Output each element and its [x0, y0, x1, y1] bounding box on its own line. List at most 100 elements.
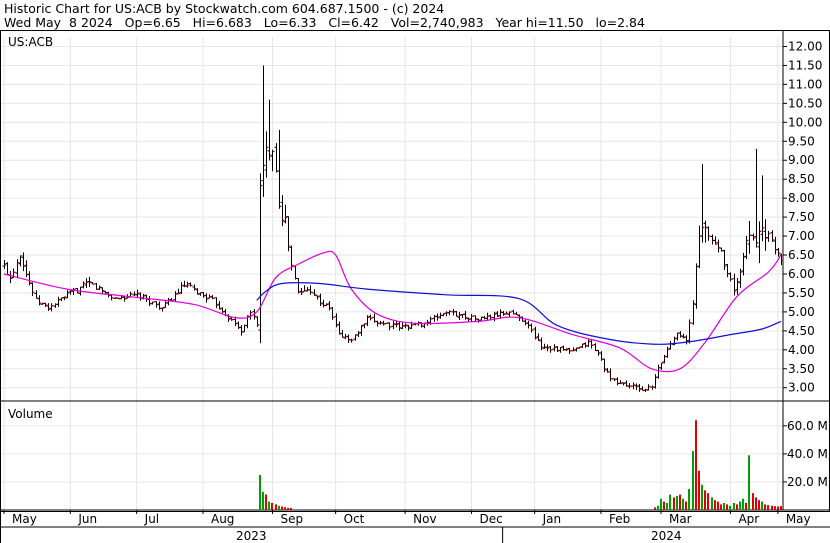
stock-chart-figure: 12.00 11.50 11.00 10.50 10.00 9.50 9.00 8.50 8.0… [0, 0, 830, 543]
month-tick-label: Feb [609, 512, 630, 526]
volume-bar [268, 501, 270, 510]
volume-bar [275, 504, 277, 510]
volume-bar [682, 498, 684, 510]
price-tick-label: 5.00 [788, 305, 815, 319]
volume-bar [259, 474, 261, 510]
year-label: 2024 [651, 529, 682, 543]
volume-bar [287, 507, 289, 510]
volume-bar [692, 451, 694, 510]
volume-bar [726, 504, 728, 510]
volume-panel-label: Volume [8, 407, 53, 421]
volume-bar [752, 493, 754, 510]
volume-bar [666, 502, 668, 510]
price-tick-label: 3.50 [788, 362, 815, 376]
month-tick-label: Apr [738, 512, 759, 526]
volume-bar [745, 502, 747, 510]
volume-bar [265, 494, 267, 510]
labels: Historic Chart for US:ACB by Stockwatch.… [4, 1, 645, 421]
month-tick-label: May [786, 512, 811, 526]
volume-bar [736, 504, 738, 510]
price-tick-label: 12.00 [788, 39, 822, 53]
volume-bar [278, 505, 280, 510]
volume-bar [723, 502, 725, 510]
price-tick-label: 4.00 [788, 343, 815, 357]
volume-bar [704, 490, 706, 510]
volume-bar [711, 497, 713, 510]
month-tick-label: Aug [211, 512, 234, 526]
price-tick-label: 4.50 [788, 324, 815, 338]
volume-bar [685, 501, 687, 510]
volume-bar [739, 501, 741, 510]
year-label: 2023 [236, 529, 267, 543]
volume-bar [679, 494, 681, 510]
stock-chart-svg: 12.00 11.50 11.00 10.50 10.00 9.50 9.00 8.50 8.0… [0, 1, 830, 543]
volume-tick-label: 20.0 M [787, 475, 828, 489]
volume-bar [688, 488, 690, 510]
month-tick-label: Sep [280, 512, 303, 526]
volume-tick-label: 60.0 M [787, 419, 828, 433]
grid [1, 37, 783, 510]
volume-bar [758, 500, 760, 510]
volume-bar [729, 505, 731, 510]
frame [0, 30, 830, 543]
volume-bar [657, 505, 659, 510]
volume-bar [660, 498, 662, 510]
price-bars [2, 65, 784, 393]
price-tick-label: 8.00 [788, 191, 815, 205]
chart-header-title: Historic Chart for US:ACB by Stockwatch.… [4, 1, 444, 16]
month-tick-label: Mar [669, 512, 692, 526]
price-tick-label: 11.50 [788, 58, 822, 72]
volume-bar [714, 500, 716, 510]
price-tick-label: 7.00 [788, 229, 815, 243]
month-tick-label: Oct [344, 512, 365, 526]
month-tick-label: Jun [77, 512, 97, 526]
volume-bar [281, 506, 283, 510]
price-tick-label: 6.50 [788, 248, 815, 262]
volume-bar [284, 507, 286, 510]
price-tick-label: 5.50 [788, 286, 815, 300]
price-tick-label: 8.50 [788, 172, 815, 186]
price-tick-label: 6.00 [788, 267, 815, 281]
volume-bar [771, 505, 773, 510]
price-tick-label: 7.50 [788, 210, 815, 224]
price-tick-label: 10.50 [788, 96, 822, 110]
axis-ticks: 12.00 11.50 11.00 10.50 10.00 9.50 9.00 8.50 8.0… [3, 39, 828, 543]
volume-bar [262, 491, 264, 510]
volume-bar [748, 455, 750, 510]
volume-bar [695, 420, 697, 510]
volume-bar [654, 507, 656, 510]
volume-bar [733, 502, 735, 510]
volume-bar [271, 502, 273, 510]
month-tick-label: May [12, 512, 37, 526]
month-tick-label: Jul [144, 512, 159, 526]
volume-bar [698, 470, 700, 510]
price-tick-label: 9.00 [788, 153, 815, 167]
volume-bar [720, 504, 722, 510]
price-tick-label: 9.50 [788, 134, 815, 148]
volume-bar [707, 493, 709, 510]
volume-bar [290, 507, 292, 510]
volume-bar [764, 504, 766, 510]
volume-bar [669, 494, 671, 510]
volume-bar [761, 501, 763, 510]
month-tick-label: Nov [413, 512, 436, 526]
price-tick-label: 11.00 [788, 77, 822, 91]
volume-bar [717, 501, 719, 510]
price-tick-label: 10.00 [788, 115, 822, 129]
price-tick-label: 3.00 [788, 381, 815, 395]
volume-bar [663, 501, 665, 510]
volume-bar [774, 506, 776, 510]
volume-tick-label: 40.0 M [787, 447, 828, 461]
outer-frame [0, 30, 830, 512]
volume-bar [676, 495, 678, 510]
volume-bar [673, 497, 675, 510]
volume-bar [701, 484, 703, 510]
volume-bar [767, 505, 769, 510]
price-panel-label: US:ACB [8, 35, 53, 49]
chart-header-quote: Wed May 8 2024 Op=6.65 Hi=6.683 Lo=6.33 … [4, 15, 645, 30]
volume-bars [259, 420, 782, 510]
month-tick-label: Dec [479, 512, 502, 526]
volume-bar [777, 506, 779, 510]
volume-bar [780, 506, 782, 510]
month-tick-label: Jan [542, 512, 562, 526]
